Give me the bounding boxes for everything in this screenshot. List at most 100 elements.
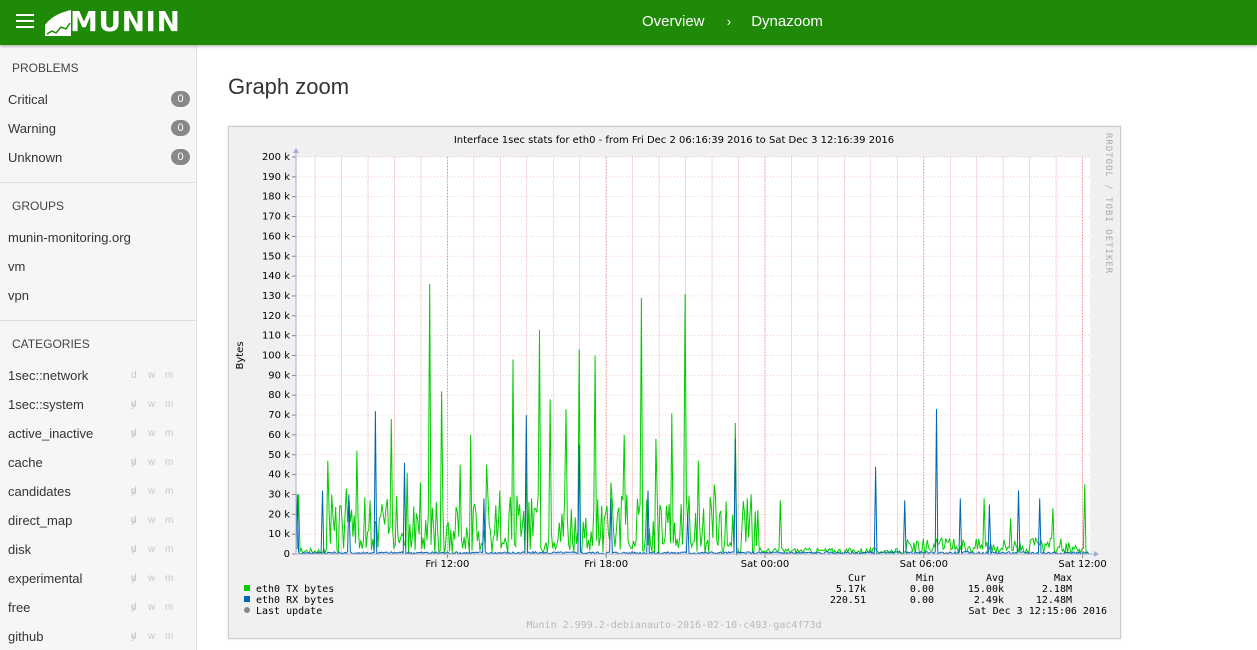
period-link-m[interactable]: m [165, 390, 182, 419]
problem-unknown[interactable]: Unknown 0 [0, 143, 196, 172]
period-link-m[interactable]: m [165, 622, 182, 650]
legend-swatch [244, 596, 250, 602]
categories-heading: CATEGORIES [12, 337, 90, 351]
period-link-m[interactable]: m [165, 448, 182, 477]
period-link-d[interactable]: d [131, 477, 148, 506]
page-title: Graph zoom [228, 74, 350, 99]
category-item[interactable]: cache d w my [0, 448, 196, 497]
y-tick-label: 140 k [262, 271, 290, 282]
period-link-w[interactable]: w [148, 477, 165, 506]
category-label: github [8, 629, 44, 644]
category-item[interactable]: disk d w my [0, 535, 196, 584]
menu-icon[interactable] [16, 14, 34, 30]
legend-value-min: 0.00 [910, 584, 934, 595]
munin-version-footer: Munin 2.999.2-debianauto-2016-02-10-c493… [526, 620, 821, 631]
period-link-d[interactable]: d [131, 506, 148, 535]
x-tick-label: Fri 12:00 [425, 559, 469, 570]
period-link-d[interactable]: d [131, 535, 148, 564]
traffic-chart[interactable]: 0 10 k 20 k 30 k 40 k 50 k 60 k 70 k 80 k 90 k 100… [229, 127, 1120, 638]
y-tick-label: 120 k [262, 311, 290, 322]
problems-heading: PROBLEMS [12, 61, 79, 75]
legend-header: Min [916, 573, 934, 584]
category-item[interactable]: 1sec::network d w my [0, 361, 196, 410]
breadcrumb-dynazoom[interactable]: Dynazoom [751, 13, 823, 30]
category-item[interactable]: free d w my [0, 593, 196, 642]
breadcrumb-overview[interactable]: Overview [642, 13, 705, 30]
y-tick-label: 40 k [268, 470, 290, 481]
period-link-m[interactable]: m [165, 564, 182, 593]
category-item[interactable]: experimental d w my [0, 564, 196, 613]
period-link-d[interactable]: d [131, 419, 148, 448]
period-link-w[interactable]: w [148, 390, 165, 419]
category-item[interactable]: candidates d w my [0, 477, 196, 526]
period-link-w[interactable]: w [148, 593, 165, 622]
count-badge: 0 [171, 91, 190, 107]
category-label: experimental [8, 571, 83, 586]
group-item[interactable]: vpn [0, 281, 196, 310]
period-link-d[interactable]: d [131, 593, 148, 622]
period-link-m[interactable]: m [165, 593, 182, 622]
category-item[interactable]: active_inactive d w my [0, 419, 196, 468]
category-item[interactable]: 1sec::system d w my [0, 390, 196, 439]
legend-swatch [244, 585, 250, 591]
group-item[interactable]: munin-monitoring.org [0, 223, 196, 252]
category-list: 1sec::network d w my 1sec::system d w my active_… [0, 361, 196, 650]
count-badge: 0 [171, 149, 190, 165]
period-link-w[interactable]: w [148, 622, 165, 650]
period-link-w[interactable]: w [148, 506, 165, 535]
groups-heading: GROUPS [12, 199, 65, 213]
period-link-w[interactable]: w [148, 448, 165, 477]
y-tick-label: 0 [284, 549, 290, 560]
group-item[interactable]: vm [0, 252, 196, 281]
plot-background [296, 157, 1090, 554]
period-link-d[interactable]: d [131, 564, 148, 593]
breadcrumb: Overview › Dynazoom [642, 13, 823, 30]
legend-value-avg: 2.49k [974, 595, 1004, 606]
category-label: disk [8, 542, 32, 557]
breadcrumb-separator: › [726, 14, 732, 29]
count-badge: 0 [171, 120, 190, 136]
y-tick-label: 80 k [268, 390, 290, 401]
period-link-w[interactable]: w [148, 419, 165, 448]
y-tick-label: 170 k [262, 212, 290, 223]
period-link-w[interactable]: w [148, 535, 165, 564]
y-tick-label: 50 k [268, 450, 290, 461]
period-link-w[interactable]: w [148, 564, 165, 593]
y-tick-label: 60 k [268, 430, 290, 441]
sidebar: PROBLEMS Critical 0 Warning 0 Unknown 0 … [0, 45, 197, 650]
period-link-m[interactable]: m [165, 477, 182, 506]
category-item[interactable]: github dwmy [0, 622, 196, 650]
period-link-m[interactable]: m [165, 535, 182, 564]
period-link-d[interactable]: d [131, 622, 148, 650]
period-link-d[interactable]: d [131, 390, 148, 419]
period-link-d[interactable]: d [131, 448, 148, 477]
category-label: 1sec::system [8, 397, 84, 412]
problem-label: Unknown [8, 150, 63, 165]
graph-zoom-area[interactable]: 0 10 k 20 k 30 k 40 k 50 k 60 k 70 k 80 k 90 k 100… [228, 126, 1121, 639]
y-tick-label: 90 k [268, 370, 290, 381]
category-item[interactable]: direct_map d w my [0, 506, 196, 555]
x-tick-label: Sat 06:00 [900, 559, 948, 570]
period-link-m[interactable]: m [165, 506, 182, 535]
x-tick-label: Fri 18:00 [584, 559, 628, 570]
category-label: direct_map [8, 513, 73, 528]
period-link-m[interactable]: m [165, 419, 182, 448]
y-tick-label: 200 k [262, 152, 290, 163]
period-link-d[interactable]: d [131, 361, 148, 390]
y-tick-label: 180 k [262, 192, 290, 203]
period-link-w[interactable]: w [148, 361, 165, 390]
problem-label: Warning [8, 121, 56, 136]
legend-series-name: eth0 RX bytes [256, 595, 334, 606]
last-update-value: Sat Dec 3 12:15:06 2016 [969, 606, 1107, 617]
period-link-m[interactable]: m [165, 361, 182, 390]
x-tick-label: Sat 12:00 [1058, 559, 1106, 570]
category-label: 1sec::network [8, 368, 89, 383]
period-links: dwmy [131, 622, 196, 650]
y-axis-label: Bytes [235, 341, 246, 369]
top-bar: MUNIN Overview › Dynazoom [0, 0, 1257, 45]
last-update-marker [244, 607, 250, 613]
y-tick-label: 190 k [262, 172, 290, 183]
problem-critical[interactable]: Critical 0 [0, 85, 196, 114]
problem-warning[interactable]: Warning 0 [0, 114, 196, 143]
category-label: candidates [8, 484, 71, 499]
